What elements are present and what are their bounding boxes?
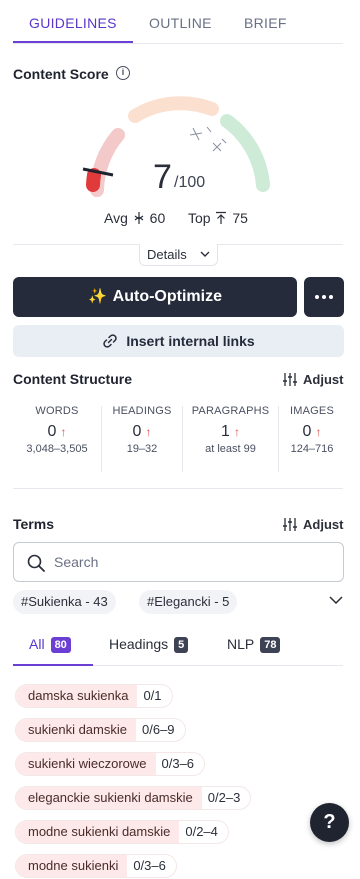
- more-options-button[interactable]: [304, 277, 344, 317]
- stat-label: IMAGES: [290, 405, 334, 417]
- term-item[interactable]: eleganckie sukienki damskie 0/2–3: [15, 786, 252, 810]
- stat-value: 0: [47, 423, 57, 440]
- stat-range: at least 99: [205, 443, 256, 455]
- stat-range: 3,048–3,505: [26, 443, 88, 455]
- term-count: 0/2–4: [185, 824, 218, 839]
- term-count: 0/2–3: [207, 790, 241, 805]
- active-filter-indicator: [13, 664, 93, 666]
- divider: [13, 488, 343, 489]
- auto-optimize-label: Auto-Optimize: [112, 288, 222, 305]
- search-icon: [27, 554, 45, 572]
- term-item[interactable]: sukienki wieczorowe 0/3–6: [15, 752, 206, 776]
- stat-images: IMAGES 0 ↑ 124–716: [279, 405, 345, 473]
- sliders-icon: [283, 373, 297, 386]
- tag-chip[interactable]: #Sukienka - 43: [13, 590, 116, 614]
- top-label: Top: [188, 210, 211, 226]
- term-count: 0/3–6: [133, 858, 166, 873]
- gauge-segment-mid: [128, 96, 219, 123]
- gauge-fill: [86, 168, 101, 192]
- count-badge: 80: [50, 637, 71, 653]
- terms-adjust-button[interactable]: Adjust: [283, 517, 343, 532]
- filter-tab-label: Headings: [109, 636, 169, 652]
- term-count: 0/1: [143, 688, 162, 703]
- count-badge: 5: [174, 637, 189, 653]
- term-item[interactable]: sukienki damskie 0/6–9: [15, 718, 186, 742]
- tag-chip[interactable]: #Elegancki - 5: [139, 590, 238, 614]
- adjust-label: Adjust: [303, 517, 344, 532]
- arrow-up-icon: ↑: [145, 425, 152, 439]
- term-count: 0/6–9: [142, 722, 175, 737]
- details-button[interactable]: Details: [139, 244, 218, 266]
- chevron-down-icon: [200, 251, 210, 257]
- term-name: damska sukienka: [16, 685, 138, 707]
- filter-tab-nlp[interactable]: NLP 78: [227, 636, 281, 653]
- gauge-marks: [189, 126, 227, 152]
- filter-tab-all[interactable]: All 80: [29, 636, 71, 653]
- filter-tab-label: NLP: [227, 636, 255, 652]
- more-icon: [315, 295, 319, 299]
- filter-tab-headings[interactable]: Headings 5: [109, 636, 189, 653]
- score-max: /100: [174, 174, 206, 191]
- stat-label: HEADINGS: [112, 405, 172, 417]
- filter-tab-label: All: [29, 636, 45, 652]
- avg-label: Avg: [104, 210, 128, 226]
- insert-internal-links-button[interactable]: Insert internal links: [13, 325, 344, 357]
- details-label: Details: [147, 247, 187, 262]
- content-structure-title: Content Structure: [13, 371, 132, 387]
- stat-range: 19–32: [126, 443, 158, 455]
- stat-value: 0: [302, 423, 312, 440]
- term-name: modne sukienki: [16, 855, 128, 877]
- active-tab-indicator: [13, 41, 133, 43]
- term-count: 0/3–6: [161, 756, 195, 771]
- help-button[interactable]: ?: [310, 803, 349, 842]
- arrow-up-icon: ↑: [315, 425, 322, 439]
- content-score-title: Content Score: [13, 66, 109, 82]
- tab-outline[interactable]: OUTLINE: [149, 15, 212, 31]
- stat-headings: HEADINGS 0 ↑ 19–32: [102, 405, 182, 473]
- chevron-down-icon[interactable]: [329, 596, 343, 604]
- term-item[interactable]: modne sukienki damskie 0/2–4: [15, 820, 229, 844]
- arrow-up-icon: ↑: [60, 425, 67, 439]
- term-name: sukienki damskie: [16, 719, 136, 741]
- sparkles-icon: ✨: [87, 288, 107, 305]
- stat-words: WORDS 0 ↑ 3,048–3,505: [13, 405, 101, 473]
- insert-links-label: Insert internal links: [126, 333, 255, 349]
- stat-label: PARAGRAPHS: [191, 405, 270, 417]
- stat-value: 0: [132, 423, 142, 440]
- top-value: 75: [232, 210, 248, 226]
- terms-search: [13, 542, 344, 582]
- term-name: eleganckie sukienki damskie: [16, 787, 202, 809]
- term-name: sukienki wieczorowe: [16, 753, 156, 775]
- adjust-label: Adjust: [303, 372, 344, 387]
- tab-guidelines[interactable]: GUIDELINES: [29, 15, 117, 31]
- stat-range: 124–716: [290, 443, 334, 455]
- tab-brief[interactable]: BRIEF: [244, 15, 287, 31]
- top-icon: [216, 211, 227, 224]
- top-tabs: GUIDELINES OUTLINE BRIEF: [13, 0, 343, 44]
- arrow-up-icon: ↑: [233, 425, 240, 439]
- search-input[interactable]: [54, 552, 324, 572]
- stat-value: 1: [221, 423, 230, 440]
- sliders-icon: [283, 518, 297, 531]
- term-name: modne sukienki damskie: [16, 821, 180, 843]
- avg-score: Avg 60: [104, 210, 165, 226]
- info-icon[interactable]: i: [116, 66, 130, 80]
- top-score: Top 75: [188, 210, 248, 226]
- stat-label: WORDS: [35, 405, 79, 417]
- link-icon: [103, 334, 117, 348]
- gauge-segment-high: [220, 114, 270, 192]
- score-value: 7: [153, 158, 172, 196]
- structure-adjust-button[interactable]: Adjust: [283, 372, 343, 387]
- avg-icon: [134, 212, 144, 224]
- avg-value: 60: [149, 210, 166, 226]
- term-item[interactable]: modne sukienki 0/3–6: [15, 854, 177, 878]
- auto-optimize-button[interactable]: ✨ Auto-Optimize: [13, 277, 297, 317]
- term-item[interactable]: damska sukienka 0/1: [15, 684, 173, 708]
- terms-title: Terms: [13, 516, 54, 532]
- stat-paragraphs: PARAGRAPHS 1 ↑ at least 99: [183, 405, 278, 473]
- count-badge: 78: [260, 637, 281, 653]
